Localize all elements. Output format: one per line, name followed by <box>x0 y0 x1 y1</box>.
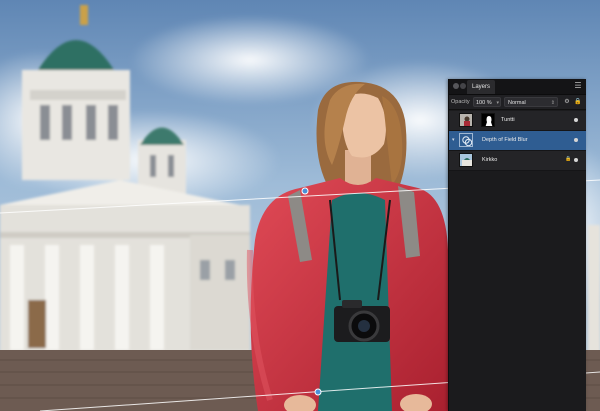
layer-name: Tuntti <box>501 117 515 123</box>
tab-layers[interactable]: Layers <box>467 80 496 94</box>
gear-icon[interactable]: ⚙ <box>562 97 572 107</box>
filter-icon <box>459 133 473 147</box>
opacity-value: 100 % <box>476 100 492 106</box>
visibility-dot-icon[interactable] <box>574 118 578 122</box>
chevron-down-icon: ▾ <box>496 100 499 106</box>
layers-tabbar: Layers ☰ <box>449 79 586 95</box>
layer-row-tuntti[interactable]: Tuntti <box>449 111 586 131</box>
layer-mask-thumbnail <box>481 113 495 127</box>
layer-options-row: Opacity 100 % ▾ Normal ⇕ ⚙ 🔒 <box>449 95 586 110</box>
expand-arrow-icon[interactable]: ▾ <box>452 137 455 143</box>
layer-thumbnail <box>459 153 473 167</box>
lock-icon[interactable]: 🔒 <box>565 157 571 162</box>
layer-thumbnail <box>459 113 473 127</box>
blend-mode-select[interactable]: Normal ⇕ <box>504 97 558 107</box>
visibility-dot-icon[interactable] <box>574 138 578 142</box>
layer-name: Kirkko <box>482 157 498 163</box>
panel-collapse-icon[interactable] <box>460 83 466 89</box>
blend-mode-value: Normal <box>508 100 526 106</box>
opacity-label: Opacity <box>451 99 470 105</box>
layer-name: Depth of Field Blur <box>482 137 528 143</box>
lock-icon[interactable]: 🔒 <box>573 97 583 107</box>
layers-panel: Layers ☰ Opacity 100 % ▾ Normal ⇕ ⚙ 🔒 Tu… <box>448 79 586 411</box>
layer-row-depth-of-field-blur[interactable]: ▾ Depth of Field Blur <box>449 131 586 151</box>
panel-menu-icon[interactable]: ☰ <box>572 80 584 92</box>
visibility-dot-icon[interactable] <box>574 158 578 162</box>
opacity-field[interactable]: 100 % ▾ <box>473 97 501 107</box>
panel-close-icon[interactable] <box>453 83 459 89</box>
chevron-down-icon: ⇕ <box>550 100 555 106</box>
layer-row-kirkko[interactable]: Kirkko 🔒 <box>449 151 586 171</box>
